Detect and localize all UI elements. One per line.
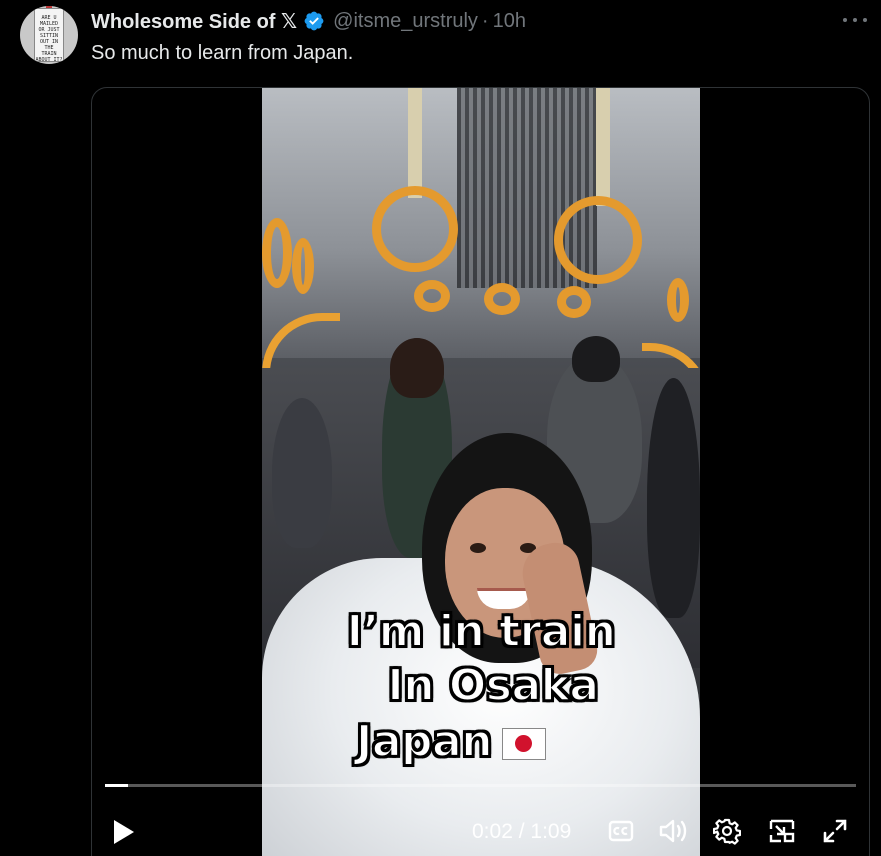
picture-in-picture-icon[interactable] [767, 816, 797, 846]
pip-icon-glyph [769, 819, 795, 843]
hand-ring [414, 280, 450, 312]
passenger [647, 378, 700, 618]
hand-ring [667, 278, 689, 322]
duration: 1:09 [530, 820, 572, 843]
tweet-text: So much to learn from Japan. [91, 42, 354, 64]
caption-line-3: Japan [262, 715, 670, 768]
video-timecode: 0:02 / 1:09 [472, 820, 571, 844]
tweet-header: Wholesome Side of 𝕏 @itsme_urstruly · 10… [91, 8, 526, 34]
caption-line-3-text: Japan [355, 715, 494, 768]
more-options-icon[interactable] [843, 10, 867, 30]
passenger [572, 336, 620, 382]
more-dot [863, 18, 867, 22]
current-time: 0:02 [472, 820, 513, 843]
hand-ring [554, 196, 642, 284]
caption-line-1: I’m in train [346, 605, 617, 658]
time-separator: / [512, 820, 531, 843]
gear-icon-glyph [713, 818, 741, 845]
hand-ring [292, 238, 314, 294]
video-progress-bar[interactable] [105, 784, 856, 787]
video-player[interactable]: I’m in train In Osaka Japan 0:02 / 1:09 [91, 87, 870, 856]
fullscreen-icon-glyph [823, 819, 847, 843]
verified-badge-icon [304, 11, 324, 31]
cc-icon[interactable] [606, 816, 636, 846]
caption-line-2: In Osaka [386, 659, 600, 712]
hand-ring [484, 283, 520, 315]
video-progress-fill [105, 784, 128, 787]
tweet-timestamp[interactable]: 10h [493, 10, 526, 33]
play-icon[interactable] [114, 820, 134, 844]
passenger [390, 338, 444, 398]
japan-flag-icon [502, 728, 547, 760]
volume-icon-glyph [659, 819, 687, 843]
fullscreen-icon[interactable] [820, 816, 850, 846]
volume-icon[interactable] [658, 816, 688, 846]
tweet: ARE U MAILED OR JUST SITTIN OUT IN THE T… [0, 0, 881, 856]
hand-ring [557, 286, 591, 318]
more-dot [843, 18, 847, 22]
video-frame[interactable]: I’m in train In Osaka Japan [262, 88, 700, 856]
gear-icon[interactable] [712, 816, 742, 846]
hand-ring [372, 186, 458, 272]
avatar-sign: ARE U MAILED OR JUST SITTIN OUT IN THE T… [34, 8, 64, 63]
separator-dot: · [481, 9, 489, 32]
author-handle[interactable]: @itsme_urstruly [333, 10, 478, 33]
video-controls: 0:02 / 1:09 [92, 806, 869, 856]
passenger [272, 398, 332, 548]
avatar[interactable]: ARE U MAILED OR JUST SITTIN OUT IN THE T… [20, 6, 78, 64]
author-name[interactable]: Wholesome Side of 𝕏 [91, 9, 297, 34]
more-dot [853, 18, 857, 22]
strap [596, 88, 610, 206]
cc-icon-glyph [608, 820, 634, 842]
strap [408, 88, 422, 198]
hand-ring [262, 218, 292, 288]
eye [470, 543, 486, 553]
